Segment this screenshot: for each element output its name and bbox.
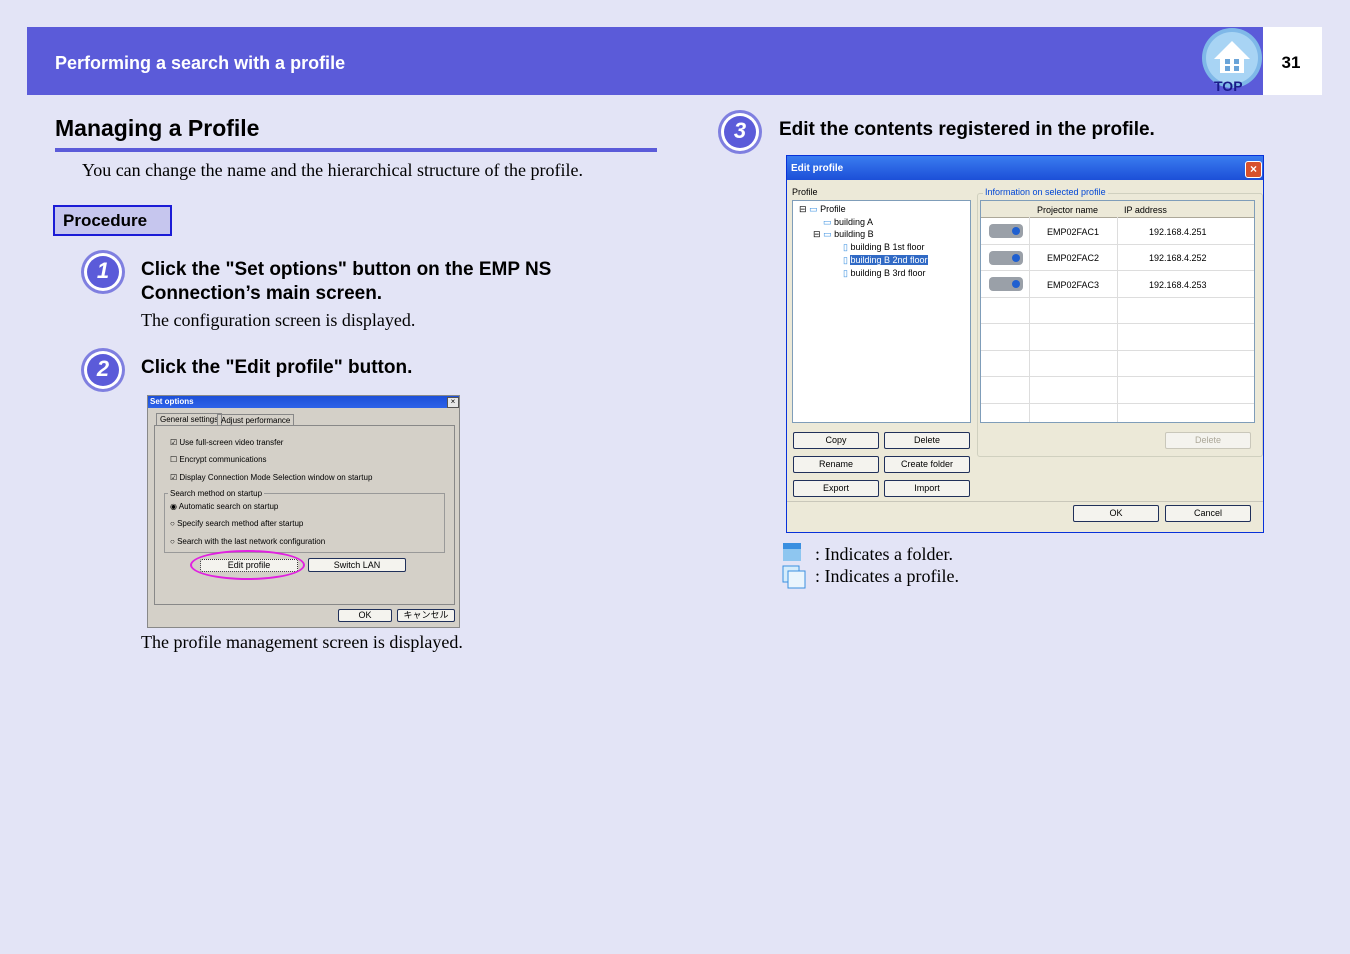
step-3-badge: 3	[716, 108, 762, 154]
step-2-number: 2	[96, 356, 110, 381]
col-projector-name[interactable]: Projector name	[1037, 205, 1098, 215]
grid-row-line	[981, 376, 1254, 377]
step-2-title: Click the "Edit profile" button.	[141, 357, 413, 378]
check-fullscreen-label: Use full-screen video transfer	[179, 438, 284, 447]
step-1-title-line2: Connection’s main screen.	[141, 283, 383, 304]
radio-last-network-label: Search with the last network configurati…	[177, 537, 326, 546]
projector-grid[interactable]: Projector name IP address EMP02FAC1 192.…	[980, 200, 1255, 423]
grid-col-divider	[1117, 217, 1118, 422]
check-connection-mode[interactable]: ☑ Display Connection Mode Selection wind…	[170, 473, 372, 482]
step-3-number: 3	[733, 118, 747, 143]
projector-icon	[989, 251, 1023, 265]
row-1-ip: 192.168.4.251	[1149, 227, 1207, 237]
top-label: TOP	[1214, 78, 1243, 94]
projector-icon	[989, 277, 1023, 291]
tab-general-settings[interactable]: General settings	[156, 413, 223, 425]
edit-profile-highlight	[190, 550, 305, 580]
footer-divider	[787, 501, 1263, 502]
copy-button[interactable]: Copy	[793, 432, 879, 449]
grid-row-line	[981, 323, 1254, 324]
legend-profile: : Indicates a profile.	[815, 566, 959, 586]
grid-row-line	[981, 270, 1254, 271]
step-2-desc: The profile management screen is display…	[141, 632, 463, 652]
procedure-badge: Procedure	[53, 205, 172, 236]
set-options-close-icon[interactable]: ×	[447, 397, 459, 408]
cancel-button[interactable]: Cancel	[1165, 505, 1251, 522]
step-1-desc: The configuration screen is displayed.	[141, 310, 416, 330]
check-fullscreen[interactable]: ☑ Use full-screen video transfer	[170, 438, 283, 447]
set-options-window: Set options × General settings Adjust pe…	[147, 395, 460, 628]
radio-automatic[interactable]: ◉ Automatic search on startup	[170, 502, 278, 511]
row-3-name: EMP02FAC3	[1047, 280, 1100, 290]
tree-item[interactable]: ⊟ ▭ building B	[813, 229, 874, 240]
projector-icon	[989, 224, 1023, 238]
profile-tree[interactable]: ⊟ ▭ Profile ▭ building A ⊟ ▭ building B …	[792, 200, 971, 423]
ok-button[interactable]: OK	[338, 609, 392, 622]
tree-item[interactable]: ▯ building B 3rd floor	[843, 268, 926, 279]
radio-specify[interactable]: ○ Specify search method after startup	[170, 519, 303, 528]
delete-projector-button[interactable]: Delete	[1165, 432, 1251, 449]
radio-last-network[interactable]: ○ Search with the last network configura…	[170, 537, 325, 546]
page-number: 31	[1281, 53, 1301, 72]
tree-item[interactable]: ▭ building A	[823, 217, 873, 228]
info-label: Information on selected profile	[983, 187, 1108, 197]
check-connection-mode-label: Display Connection Mode Selection window…	[179, 473, 373, 482]
row-1-name: EMP02FAC1	[1047, 227, 1100, 237]
set-options-title: Set options	[150, 397, 194, 406]
grid-row-line	[981, 297, 1254, 298]
search-method-label: Search method on startup	[168, 489, 265, 498]
grid-row-line	[981, 350, 1254, 351]
switch-lan-button[interactable]: Switch LAN	[308, 558, 406, 572]
step-1-number: 1	[96, 258, 110, 283]
delete-button[interactable]: Delete	[884, 432, 970, 449]
grid-col-divider	[1029, 217, 1030, 422]
step-3-title: Edit the contents registered in the prof…	[779, 119, 1155, 140]
section-title: Managing a Profile	[55, 115, 260, 141]
step-1-title: Click the "Set options" button on the EM…	[141, 258, 551, 306]
import-button[interactable]: Import	[884, 480, 970, 497]
step-1-title-line1: Click the "Set options" button on the EM…	[141, 259, 552, 280]
tree-item-selected[interactable]: ▯ building B 2nd floor	[843, 255, 928, 266]
tree-item[interactable]: ▯ building B 1st floor	[843, 242, 925, 253]
col-ip-address[interactable]: IP address	[1124, 205, 1167, 215]
check-encrypt-label: Encrypt communications	[179, 455, 267, 464]
rename-button[interactable]: Rename	[793, 456, 879, 473]
top-button[interactable]: TOP	[1201, 27, 1263, 95]
profile-icon	[781, 564, 807, 590]
create-folder-button[interactable]: Create folder	[884, 456, 970, 473]
row-2-name: EMP02FAC2	[1047, 253, 1100, 263]
export-button[interactable]: Export	[793, 480, 879, 497]
set-options-titlebar	[148, 396, 459, 408]
edit-profile-window: Edit profile × Profile ⊟ ▭ Profile ▭ bui…	[786, 155, 1264, 533]
folder-icon	[781, 541, 803, 563]
edit-profile-title: Edit profile	[791, 163, 844, 174]
ok-button[interactable]: OK	[1073, 505, 1159, 522]
profile-label: Profile	[792, 187, 818, 197]
grid-row-line	[981, 403, 1254, 404]
grid-row-line	[981, 244, 1254, 245]
header-title: Performing a search with a profile	[55, 53, 346, 73]
radio-automatic-label: Automatic search on startup	[178, 502, 279, 511]
check-encrypt[interactable]: ☐ Encrypt communications	[170, 455, 267, 464]
step-2-badge: 2	[79, 346, 125, 392]
legend-folder: : Indicates a folder.	[815, 544, 953, 564]
row-3-ip: 192.168.4.253	[1149, 280, 1207, 290]
section-intro: You can change the name and the hierarch…	[82, 160, 583, 180]
edit-profile-titlebar	[787, 156, 1263, 180]
close-icon[interactable]: ×	[1245, 161, 1262, 178]
row-2-ip: 192.168.4.252	[1149, 253, 1207, 263]
section-rule	[55, 148, 657, 152]
cancel-button[interactable]: キャンセル	[397, 609, 455, 622]
tree-item[interactable]: ⊟ ▭ Profile	[799, 204, 846, 215]
grid-header	[981, 201, 1254, 218]
radio-specify-label: Specify search method after startup	[177, 519, 304, 528]
step-1-badge: 1	[79, 248, 125, 294]
